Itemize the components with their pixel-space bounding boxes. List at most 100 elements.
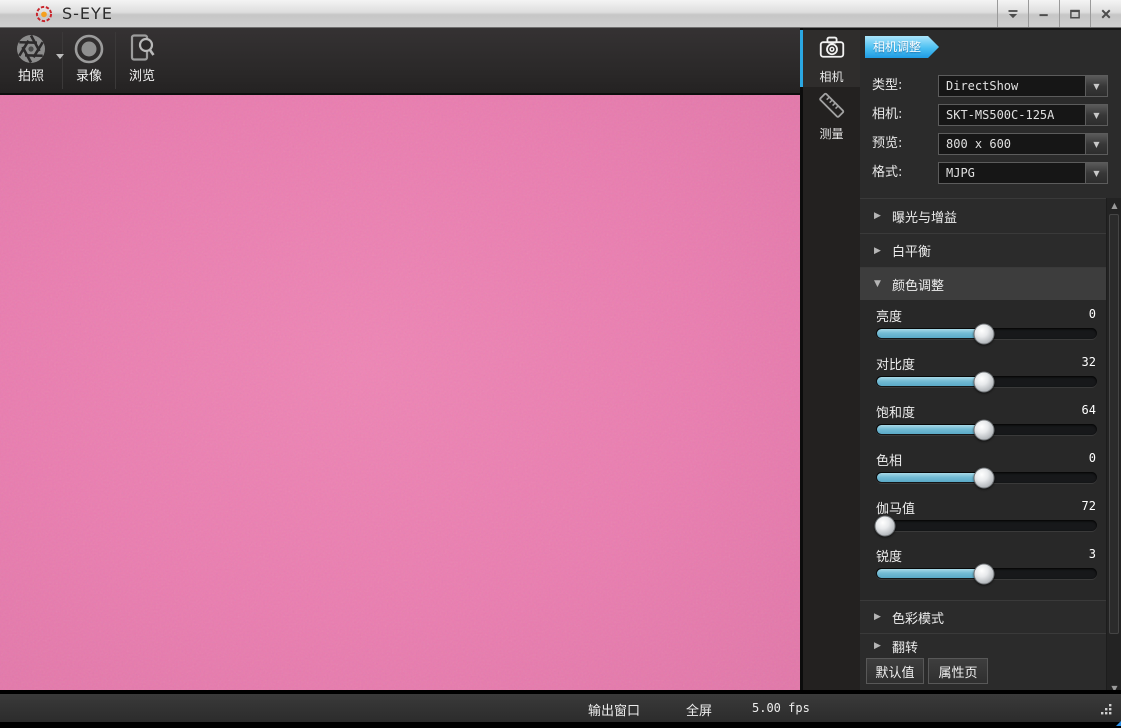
resize-grip[interactable] [1099, 701, 1113, 720]
close-button[interactable] [1090, 0, 1121, 27]
brightness-label: 亮度 [876, 310, 903, 325]
window-title: S-EYE [62, 4, 113, 23]
property-page-button[interactable]: 属性页 [928, 658, 988, 684]
slider-fill [877, 329, 986, 338]
chevron-down-icon[interactable]: ▼ [1085, 163, 1107, 183]
gamma-slider-group: 伽马值 72 [860, 492, 1106, 540]
slider-thumb[interactable] [973, 467, 995, 488]
fullscreen-toggle[interactable]: 全屏 [686, 700, 712, 719]
slider-thumb[interactable] [973, 419, 995, 440]
saturation-slider[interactable] [876, 419, 1097, 440]
ruler-icon [817, 90, 847, 124]
preview-label: 预览: [872, 136, 903, 151]
slider-thumb[interactable] [973, 323, 995, 344]
brightness-slider-group: 亮度 0 [860, 300, 1106, 348]
minimize-button[interactable] [1028, 0, 1059, 27]
chevron-down-icon[interactable]: ▼ [1085, 76, 1107, 96]
format-select[interactable]: MJPG ▼ [938, 162, 1108, 184]
maximize-button[interactable] [1059, 0, 1090, 27]
maximize-icon [1070, 9, 1080, 18]
minimize-icon [1039, 13, 1048, 16]
chevron-down-icon[interactable]: ▼ [1085, 105, 1107, 125]
saturation-value: 64 [1081, 403, 1096, 417]
gamma-label: 伽马值 [876, 502, 916, 517]
type-value: DirectShow [946, 79, 1019, 93]
menu-arrow-icon [1008, 9, 1018, 18]
slider-fill [877, 473, 986, 482]
preview-value: 800 x 600 [946, 137, 1012, 151]
section-flip[interactable]: ▶ 翻转 [860, 633, 1106, 658]
record-button[interactable]: 录像 [63, 28, 115, 93]
type-label: 类型: [872, 78, 903, 93]
section-color-adjust[interactable]: ▼ 颜色调整 [860, 267, 1106, 300]
collapsed-arrow-icon: ▶ [874, 612, 881, 622]
sharpness-slider[interactable] [876, 563, 1097, 584]
brightness-value: 0 [1088, 307, 1096, 321]
section-exposure-gain[interactable]: ▶ 曝光与增益 [860, 198, 1106, 233]
corner-accent [1116, 721, 1121, 726]
contrast-slider-group: 对比度 32 [860, 348, 1106, 396]
section-color-mode[interactable]: ▶ 色彩模式 [860, 600, 1106, 633]
camera-settings-panel: 相机调整 类型: DirectShow ▼ 相机: SKT-MS500C-125… [860, 30, 1121, 695]
saturation-label: 饱和度 [876, 406, 916, 421]
gamma-slider[interactable] [874, 515, 1097, 536]
color-adjust-content: 亮度 0 对比度 32 饱和度 64 色相 0 伽马值 72 锐度 3 [860, 300, 1106, 600]
tab-measure-label: 测量 [819, 127, 844, 141]
contrast-label: 对比度 [876, 358, 916, 373]
slider-thumb[interactable] [874, 515, 896, 536]
collapsed-arrow-icon: ▶ [874, 245, 881, 256]
tab-camera[interactable]: 相机 [803, 30, 860, 87]
slider-thumb[interactable] [973, 563, 995, 584]
combo-row-preview: 预览: 800 x 600 ▼ [860, 133, 1121, 155]
main-toolbar: 拍照 录像 浏览 [0, 28, 800, 95]
sharpness-label: 锐度 [876, 550, 903, 565]
section-label: 色彩模式 [892, 611, 945, 627]
format-label: 格式: [872, 165, 903, 180]
browse-icon [124, 31, 160, 67]
section-label: 翻转 [892, 640, 919, 656]
tab-camera-label: 相机 [819, 69, 844, 84]
camera-value: SKT-MS500C-125A [946, 108, 1055, 122]
camera-select[interactable]: SKT-MS500C-125A ▼ [938, 104, 1108, 126]
side-tab-strip: 相机 测量 [803, 30, 860, 690]
type-select[interactable]: DirectShow ▼ [938, 75, 1108, 97]
section-white-balance[interactable]: ▶ 白平衡 [860, 233, 1106, 267]
brightness-slider[interactable] [876, 323, 1097, 344]
combo-row-camera: 相机: SKT-MS500C-125A ▼ [860, 104, 1121, 126]
defaults-button[interactable]: 默认值 [866, 658, 924, 684]
status-bar-main: 输出窗口 全屏 5.00 fps [0, 694, 1121, 722]
capture-label: 拍照 [17, 69, 44, 84]
record-icon [71, 31, 107, 67]
panel-tab-flag[interactable]: 相机调整 [865, 36, 939, 58]
contrast-slider[interactable] [876, 371, 1097, 392]
status-bar: 输出窗口 全屏 5.00 fps [0, 690, 1121, 728]
chevron-down-icon[interactable]: ▼ [1085, 134, 1107, 154]
hue-slider[interactable] [876, 467, 1097, 488]
window-menu-button[interactable] [997, 0, 1028, 27]
gamma-value: 72 [1081, 499, 1096, 513]
saturation-slider-group: 饱和度 64 [860, 396, 1106, 444]
slider-thumb[interactable] [973, 371, 995, 392]
collapsed-arrow-icon: ▶ [874, 641, 881, 651]
close-icon [1101, 9, 1111, 18]
expanded-arrow-icon: ▼ [874, 279, 881, 289]
capture-button[interactable]: 拍照 [0, 28, 64, 93]
tab-measure[interactable]: 测量 [803, 87, 860, 145]
output-window-toggle[interactable]: 输出窗口 [588, 700, 640, 719]
slider-fill [877, 569, 986, 578]
panel-scrollbar[interactable]: ▲ ▼ [1106, 198, 1121, 695]
preview-select[interactable]: 800 x 600 ▼ [938, 133, 1108, 155]
window-controls [997, 0, 1121, 27]
format-value: MJPG [946, 166, 975, 180]
hue-value: 0 [1088, 451, 1096, 465]
record-label: 录像 [75, 69, 102, 84]
scroll-up-icon[interactable]: ▲ [1107, 198, 1121, 212]
hue-slider-group: 色相 0 [860, 444, 1106, 492]
contrast-value: 32 [1081, 355, 1096, 369]
section-label: 白平衡 [892, 245, 932, 260]
scrollbar-thumb[interactable] [1109, 214, 1119, 634]
browse-button[interactable]: 浏览 [116, 28, 168, 93]
camera-preview[interactable] [0, 95, 800, 690]
title-bar[interactable]: S-EYE [0, 0, 1121, 28]
camera-label: 相机: [872, 107, 903, 122]
